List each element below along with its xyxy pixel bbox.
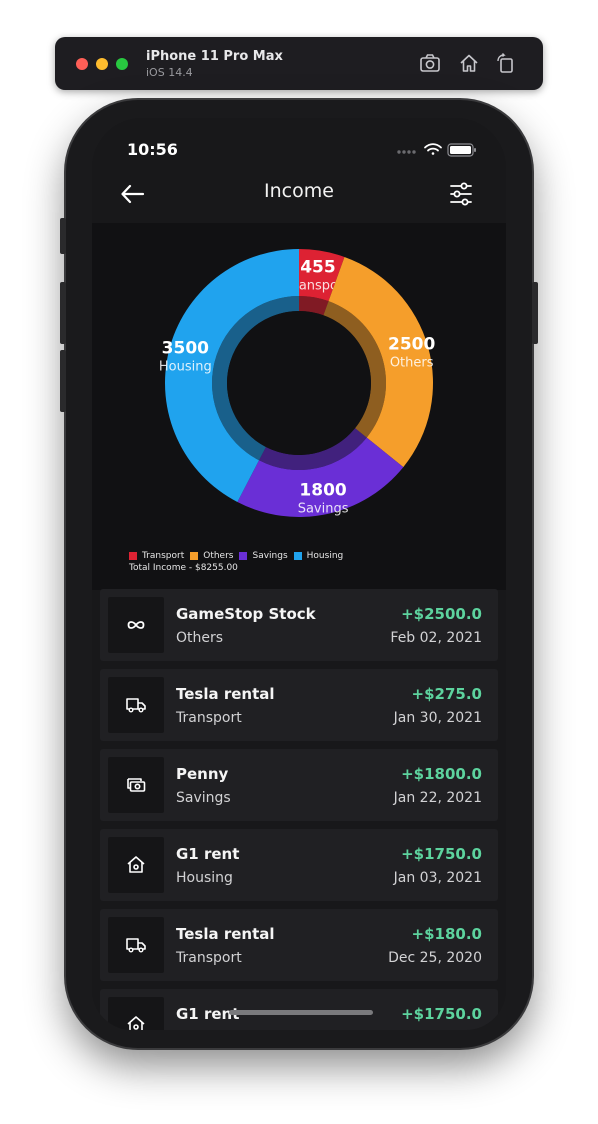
status-icons (397, 143, 476, 157)
transaction-row[interactable]: GameStop Stock Others +$2500.0 Feb 02, 2… (100, 589, 498, 661)
screenshot-icon[interactable] (419, 52, 441, 74)
rotate-icon[interactable] (495, 52, 517, 74)
transaction-row[interactable]: Penny Savings +$1800.0 Jan 22, 2021 (100, 749, 498, 821)
filter-button[interactable] (446, 179, 476, 209)
volume-down-button (60, 350, 66, 412)
minimize-window-button[interactable] (96, 58, 108, 70)
transaction-icon-box (108, 597, 164, 653)
cash-icon (127, 778, 146, 792)
legend-transport: Transport (129, 551, 184, 561)
pie-category-label: Others (390, 355, 434, 370)
total-income: Total Income - $8255.00 (129, 563, 238, 573)
power-button (532, 282, 538, 344)
transaction-date: Feb 02, 2021 (390, 630, 482, 646)
transaction-icon-box (108, 677, 164, 733)
pie-value-label: 3500 (162, 338, 209, 358)
transaction-row[interactable]: Tesla rental Transport +$180.0 Dec 25, 2… (100, 909, 498, 981)
legend-swatch (190, 552, 199, 560)
transaction-icon-box (108, 917, 164, 973)
transaction-row[interactable]: G1 rent Housing +$1750.0 Jan 03, 2021 (100, 829, 498, 901)
transaction-date: Jan 03, 2021 (393, 870, 482, 886)
home-icon[interactable] (458, 52, 480, 74)
transaction-date: Dec 25, 2020 (388, 950, 482, 966)
transaction-name: Tesla rental (176, 685, 275, 703)
transaction-amount: +$2500.0 (401, 605, 482, 623)
mute-switch (60, 218, 66, 254)
close-window-button[interactable] (76, 58, 88, 70)
house-icon (127, 1016, 145, 1030)
volume-up-button (60, 282, 66, 344)
transaction-category: Transport (176, 710, 242, 726)
signal-dots-icon (397, 150, 416, 154)
transaction-amount: +$275.0 (411, 685, 482, 703)
simulator-title-bar: iPhone 11 Pro Max iOS 14.4 (55, 37, 543, 90)
income-donut-chart: 455Transport2500Others1800Savings3500Hou… (159, 249, 435, 517)
pie-value-label: 2500 (388, 334, 435, 354)
legend-swatch (129, 552, 137, 560)
status-time: 10:56 (127, 140, 178, 159)
wifi-icon (424, 143, 442, 155)
transaction-date: Jan 22, 2021 (393, 790, 482, 806)
pie-value-label: 455 (300, 258, 336, 278)
transaction-date: Jan 30, 2021 (393, 710, 482, 726)
legend-others: Others (190, 551, 233, 561)
transaction-name: Tesla rental (176, 925, 275, 943)
truck-icon (126, 698, 146, 713)
transaction-icon-box (108, 757, 164, 813)
transaction-row[interactable]: Tesla rental Transport +$275.0 Jan 30, 2… (100, 669, 498, 741)
truck-icon (126, 938, 146, 953)
transaction-icon-box (108, 997, 164, 1030)
pie-category-label: Housing (159, 359, 212, 374)
transaction-name: Penny (176, 765, 229, 783)
legend-swatch (293, 552, 302, 560)
transaction-category: Transport (176, 950, 242, 966)
legend-swatch (239, 552, 248, 560)
battery-icon (447, 143, 476, 157)
transaction-amount: +$1750.0 (401, 845, 482, 863)
transaction-name: GameStop Stock (176, 605, 316, 623)
legend-savings: Savings (239, 551, 288, 561)
transaction-name: G1 rent (176, 845, 240, 863)
donut-hole (227, 311, 371, 455)
house-icon (127, 856, 145, 873)
transaction-amount: +$1800.0 (401, 765, 482, 783)
transaction-icon-box (108, 837, 164, 893)
income-chart-panel: 455 Transport 2500 Others 1800 Savings 3500 Hou… (92, 223, 506, 590)
infinity-icon (127, 621, 145, 629)
nav-bar: Income (92, 173, 506, 221)
transaction-category: Housing (176, 870, 233, 886)
transaction-amount: +$180.0 (411, 925, 482, 943)
device-name: iPhone 11 Pro Max (146, 49, 283, 64)
pie-category-label: Savings (298, 501, 349, 516)
os-version: iOS 14.4 (146, 66, 193, 79)
chart-legend: Transport Others Savings Housing Total I… (129, 551, 349, 573)
transaction-amount: +$1750.0 (401, 1005, 482, 1023)
pie-value-label: 1800 (299, 480, 346, 500)
app-screen: 10:56 Income 455 Transport 2500 Others 1… (92, 118, 506, 1030)
home-indicator[interactable] (229, 1010, 373, 1015)
legend-housing: Housing (293, 551, 343, 561)
transaction-category: Savings (176, 790, 231, 806)
zoom-window-button[interactable] (116, 58, 128, 70)
transaction-category: Others (176, 630, 224, 646)
page-title: Income (264, 180, 334, 202)
